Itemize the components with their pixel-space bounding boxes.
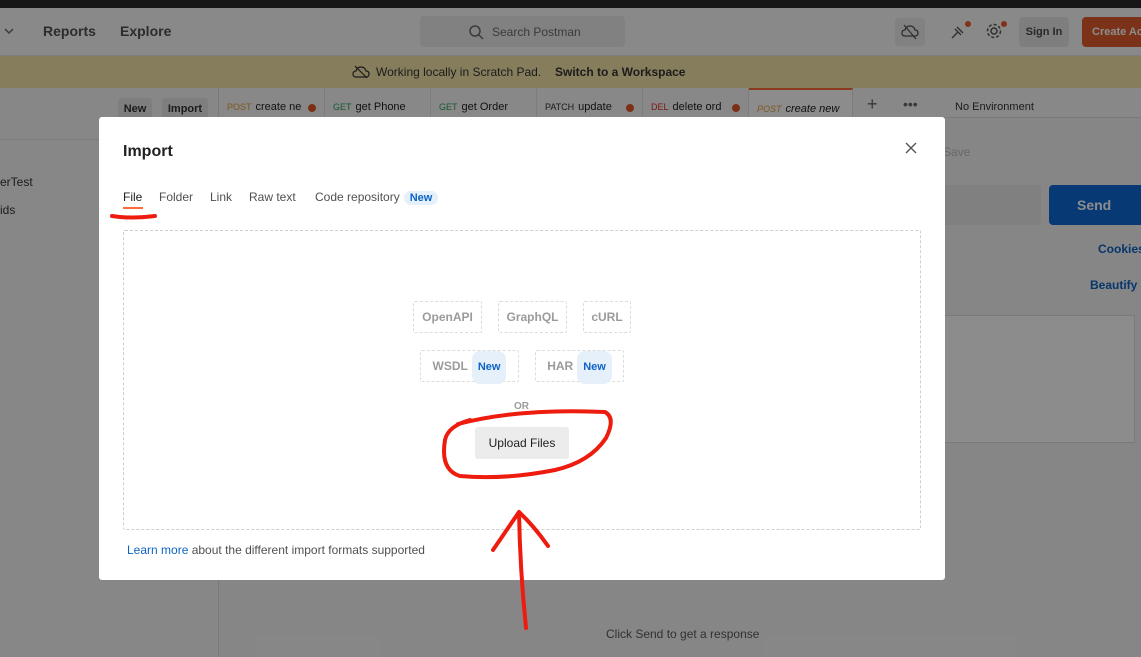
tab-raw-text[interactable]: Raw text [249, 190, 296, 204]
format-graphql: GraphQL [498, 301, 567, 333]
format-wsdl-label: WSDL [432, 359, 468, 373]
tab-code-repository-label: Code repository [315, 190, 400, 204]
upload-files-button[interactable]: Upload Files [475, 427, 569, 459]
active-tab-underline [123, 207, 143, 209]
format-curl: cURL [583, 301, 631, 333]
tab-file[interactable]: File [123, 190, 142, 204]
new-badge: New [471, 351, 507, 384]
learn-more-link[interactable]: Learn more [127, 543, 188, 557]
close-icon[interactable] [904, 141, 922, 159]
new-badge: New [577, 351, 612, 384]
modal-footer: Learn more about the different import fo… [127, 543, 425, 557]
format-wsdl: WSDL New [420, 350, 519, 384]
format-har-label: HAR [547, 359, 574, 373]
new-badge: New [403, 191, 439, 205]
tab-link[interactable]: Link [210, 190, 232, 204]
modal-title: Import [123, 143, 173, 160]
format-har: HAR New [535, 350, 624, 384]
or-separator: OR [514, 401, 529, 412]
format-openapi: OpenAPI [413, 301, 482, 333]
footer-text: about the different import formats suppo… [188, 543, 425, 557]
tab-code-repository[interactable]: Code repository New [315, 190, 439, 205]
tab-folder[interactable]: Folder [159, 190, 193, 204]
file-dropzone[interactable]: OpenAPI GraphQL cURL WSDL New HAR New OR [123, 230, 921, 530]
import-modal: Import File Folder Link Raw text Code re… [99, 117, 945, 580]
